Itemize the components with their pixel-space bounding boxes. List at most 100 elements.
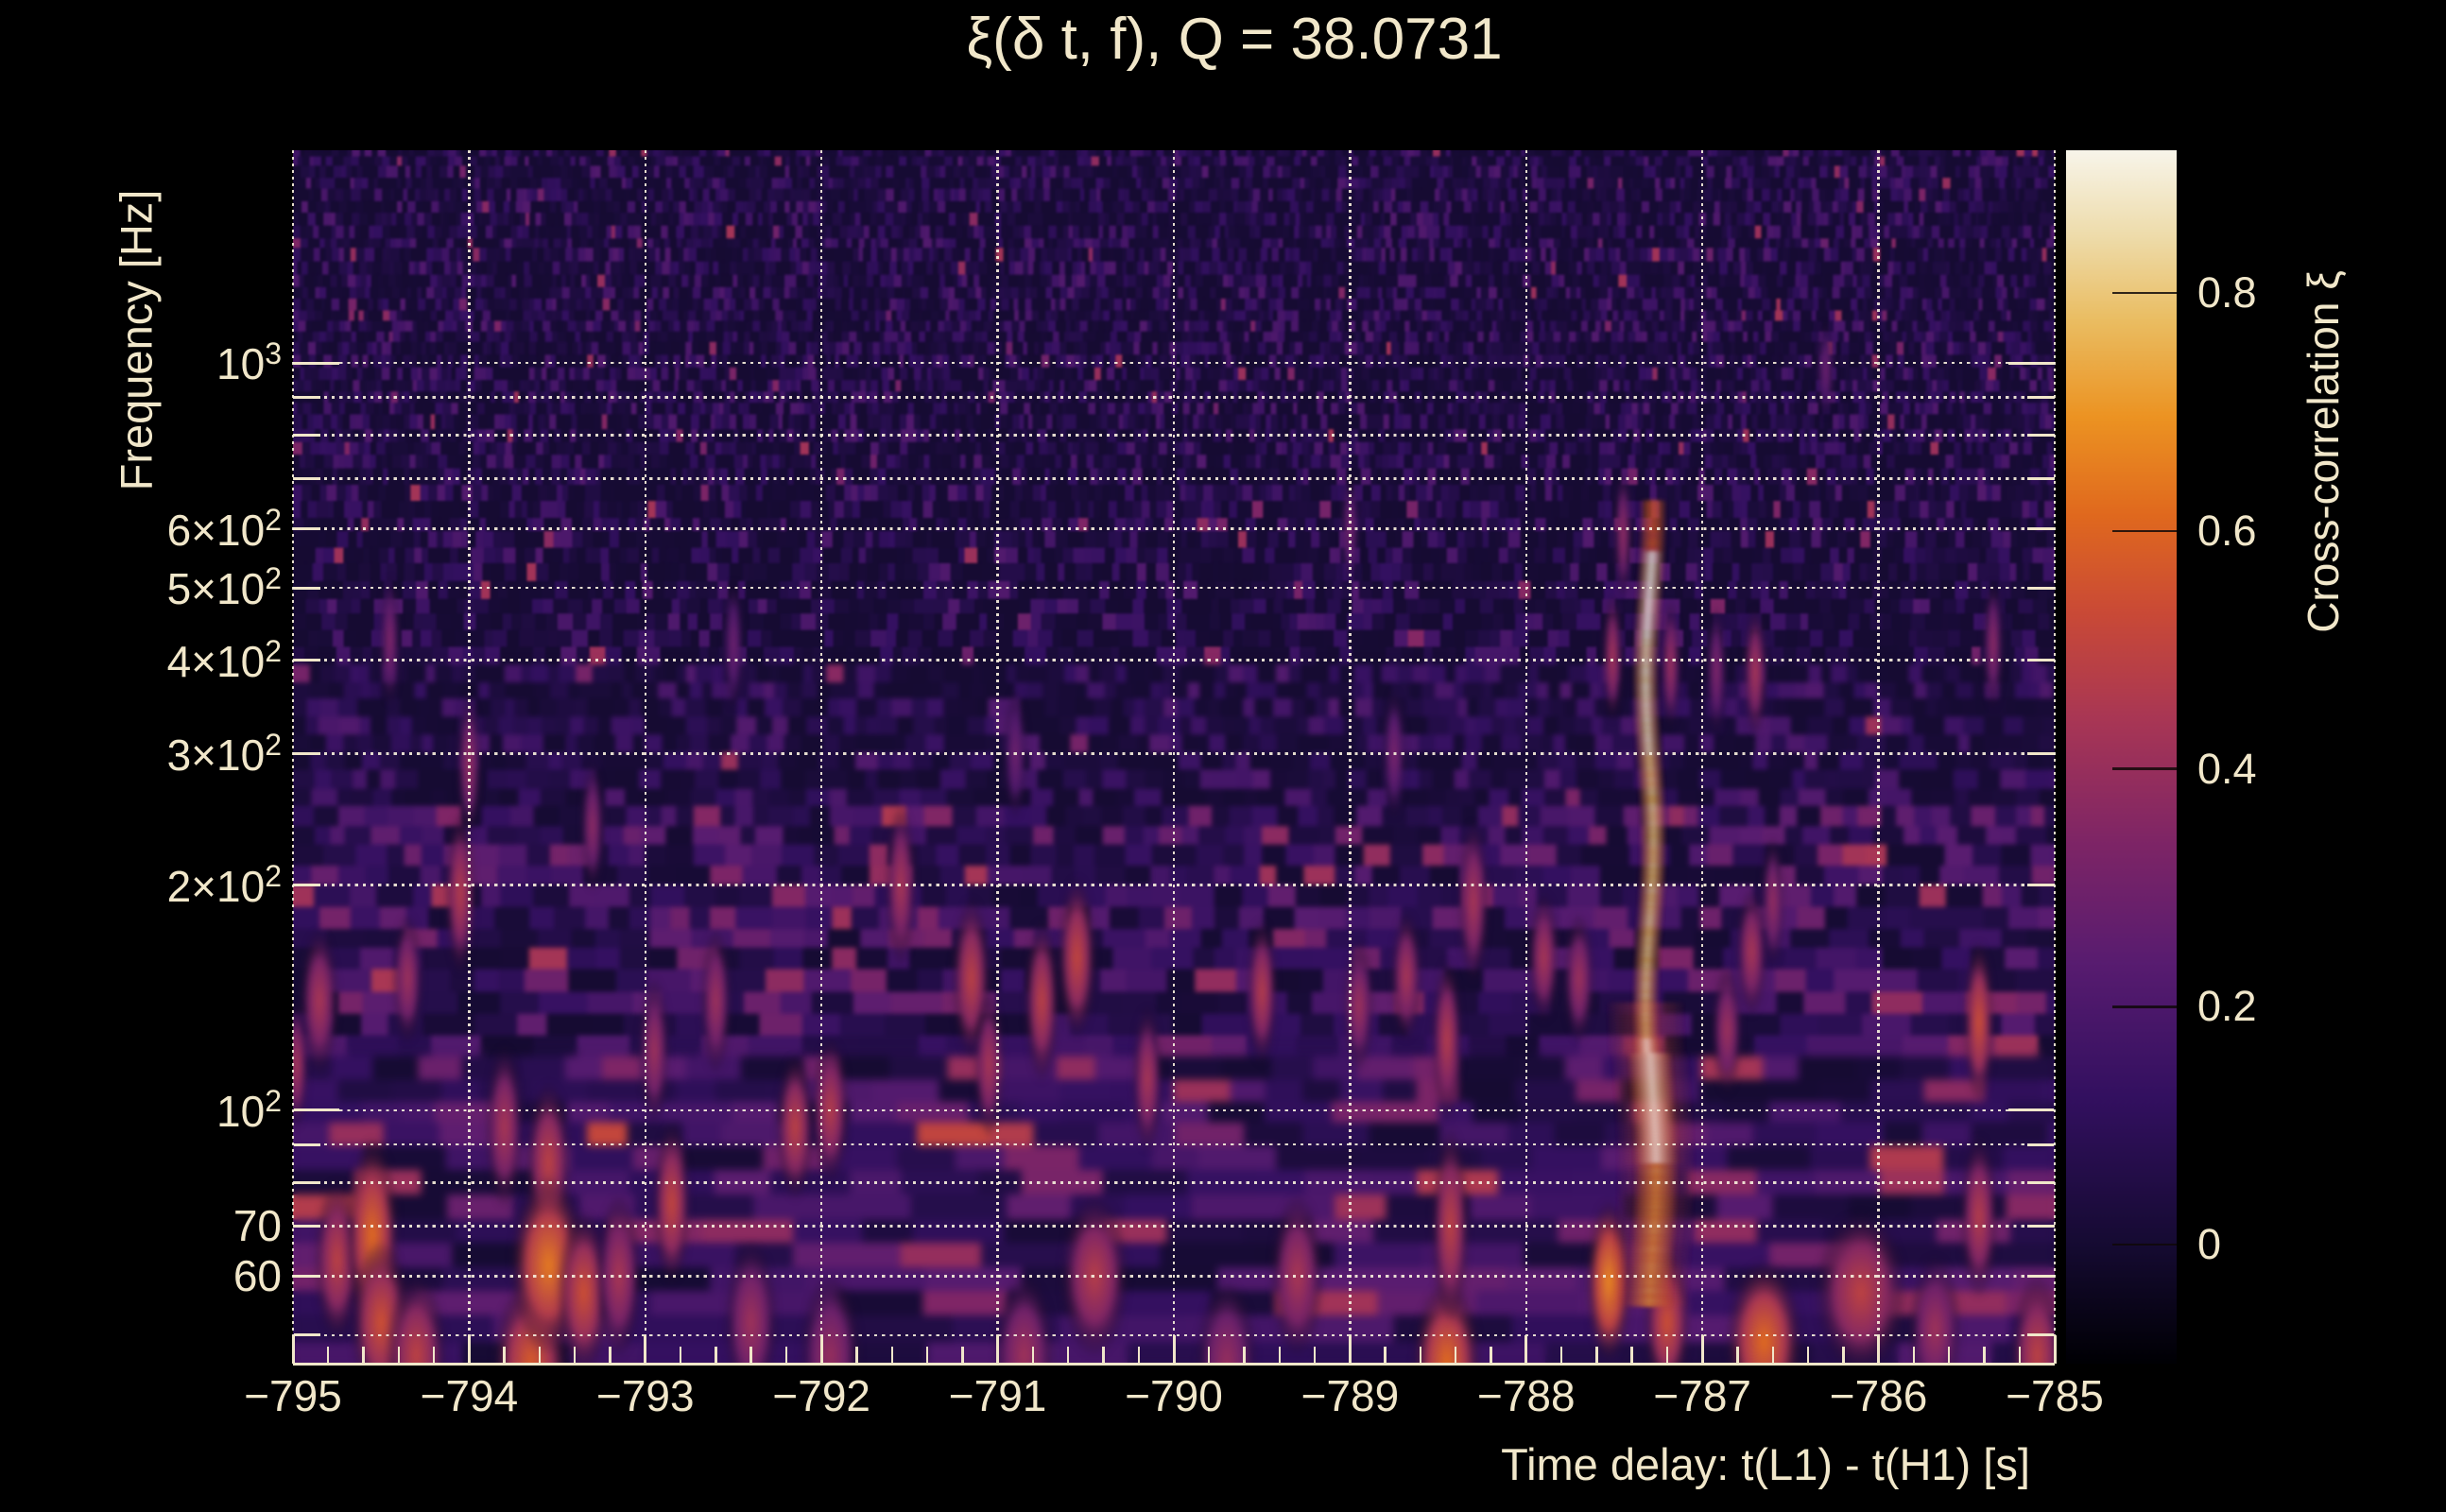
xtick-minor bbox=[327, 1347, 330, 1364]
cbar-tick-0.8 bbox=[2112, 291, 2177, 295]
xtick-minor bbox=[1559, 1347, 1563, 1364]
ytick-right-900 bbox=[2027, 395, 2054, 399]
xtick-major--795 bbox=[291, 1335, 295, 1364]
xtick-minor bbox=[1630, 1347, 1633, 1364]
xtick-major--785 bbox=[2053, 1335, 2057, 1364]
ytick-left-500 bbox=[294, 586, 320, 590]
xtick-minor bbox=[890, 1347, 893, 1364]
ytick-right-800 bbox=[2027, 434, 2054, 438]
ytick-label-400: 4×102 bbox=[166, 633, 282, 686]
colorbar-title: Cross-correlation ξ bbox=[2299, 270, 2348, 633]
xtick-minor bbox=[1066, 1347, 1070, 1364]
cbar-label-0: 0 bbox=[2197, 1220, 2222, 1269]
xtick-major--787 bbox=[1700, 1335, 1704, 1364]
ytick-label-300: 3×102 bbox=[166, 727, 282, 780]
cbar-tick-0.4 bbox=[2112, 767, 2177, 770]
ytick-right-100 bbox=[2008, 1108, 2054, 1112]
ytick-right-500 bbox=[2027, 586, 2054, 590]
xtick-label--788: −788 bbox=[1476, 1371, 1576, 1420]
plot-title: ξ(δ t, f), Q = 38.0731 bbox=[966, 7, 1503, 72]
ytick-right-400 bbox=[2027, 659, 2054, 662]
ytick-right-70 bbox=[2027, 1224, 2054, 1228]
gridline-v--791 bbox=[996, 150, 999, 1364]
xtick-minor bbox=[1384, 1347, 1387, 1364]
xtick-label--795: −795 bbox=[244, 1371, 342, 1420]
xtick-major--794 bbox=[467, 1335, 471, 1364]
xtick-minor bbox=[855, 1347, 858, 1364]
ytick-left-900 bbox=[294, 395, 320, 399]
ytick-right-200 bbox=[2027, 884, 2054, 887]
ytick-left-1000 bbox=[294, 361, 339, 365]
gridline-v--792 bbox=[819, 150, 823, 1364]
gridline-v--794 bbox=[468, 150, 471, 1364]
xtick-major--793 bbox=[644, 1335, 647, 1364]
cbar-tick-0.6 bbox=[2112, 529, 2177, 533]
xtick-minor bbox=[1912, 1347, 1916, 1364]
xtick-minor bbox=[1313, 1347, 1317, 1364]
xtick-label--792: −792 bbox=[772, 1371, 870, 1420]
xtick-minor bbox=[784, 1347, 788, 1364]
cbar-label-0.8: 0.8 bbox=[2197, 268, 2257, 318]
xtick-minor bbox=[1736, 1347, 1739, 1364]
xtick-minor bbox=[1490, 1347, 1492, 1364]
ytick-left-50 bbox=[294, 1333, 320, 1337]
gridline-v--795 bbox=[291, 150, 295, 1364]
ytick-left-600 bbox=[294, 527, 320, 530]
ytick-right-80 bbox=[2027, 1180, 2054, 1184]
xtick-minor bbox=[362, 1347, 365, 1364]
ytick-left-80 bbox=[294, 1180, 320, 1184]
xtick-minor bbox=[397, 1347, 401, 1364]
ytick-left-90 bbox=[294, 1143, 320, 1146]
ytick-left-800 bbox=[294, 434, 320, 438]
cbar-tick-0 bbox=[2112, 1243, 2177, 1246]
xtick-minor bbox=[609, 1347, 612, 1364]
ytick-left-700 bbox=[294, 477, 320, 481]
ytick-label-1000: 103 bbox=[216, 335, 282, 389]
xtick-label--785: −785 bbox=[2006, 1371, 2104, 1420]
xtick-minor bbox=[1102, 1347, 1105, 1364]
gridline-v--786 bbox=[1877, 150, 1880, 1364]
cbar-label-0.6: 0.6 bbox=[2197, 506, 2257, 555]
ytick-label-500: 5×102 bbox=[166, 560, 282, 614]
xtick-label--790: −790 bbox=[1125, 1371, 1223, 1420]
xtick-minor bbox=[1137, 1347, 1140, 1364]
ytick-right-50 bbox=[2027, 1333, 2054, 1337]
ytick-left-100 bbox=[294, 1108, 339, 1112]
xtick-minor bbox=[574, 1347, 577, 1364]
xtick-label--786: −786 bbox=[1829, 1371, 1928, 1420]
xtick-minor bbox=[432, 1347, 436, 1364]
gridline-v--787 bbox=[1700, 150, 1704, 1364]
xtick-label--793: −793 bbox=[595, 1371, 695, 1420]
gridline-v--790 bbox=[1172, 150, 1176, 1364]
xtick-minor bbox=[1208, 1347, 1211, 1364]
x-axis-line bbox=[293, 1363, 2055, 1366]
xtick-minor bbox=[1947, 1347, 1951, 1364]
xtick-minor bbox=[925, 1347, 929, 1364]
xtick-minor bbox=[1806, 1347, 1810, 1364]
xtick-minor bbox=[961, 1347, 964, 1364]
xtick-minor bbox=[1031, 1347, 1035, 1364]
ytick-right-1000 bbox=[2008, 361, 2054, 365]
gridline-v--793 bbox=[644, 150, 647, 1364]
gridline-v--788 bbox=[1524, 150, 1528, 1364]
ytick-label-70: 70 bbox=[233, 1201, 282, 1251]
xtick-minor bbox=[679, 1347, 682, 1364]
xtick-major--791 bbox=[996, 1335, 1000, 1364]
ytick-right-600 bbox=[2027, 527, 2054, 530]
xtick-minor bbox=[1278, 1347, 1282, 1364]
x-axis-title: Time delay: t(L1) - t(H1) [s] bbox=[1501, 1439, 2030, 1489]
xtick-major--788 bbox=[1524, 1335, 1528, 1364]
xtick-minor bbox=[715, 1347, 717, 1364]
xtick-major--790 bbox=[1172, 1335, 1176, 1364]
xtick-minor bbox=[2018, 1347, 2021, 1364]
xtick-minor bbox=[538, 1347, 542, 1364]
ytick-left-60 bbox=[294, 1274, 320, 1278]
ytick-label-200: 2×102 bbox=[166, 858, 282, 911]
xtick-minor bbox=[1595, 1347, 1598, 1364]
xtick-minor bbox=[1419, 1347, 1422, 1364]
ytick-label-60: 60 bbox=[233, 1251, 282, 1301]
ytick-right-90 bbox=[2027, 1143, 2054, 1146]
xtick-minor bbox=[503, 1347, 506, 1364]
gridline-v--789 bbox=[1349, 150, 1352, 1364]
xtick-major--786 bbox=[1877, 1335, 1881, 1364]
